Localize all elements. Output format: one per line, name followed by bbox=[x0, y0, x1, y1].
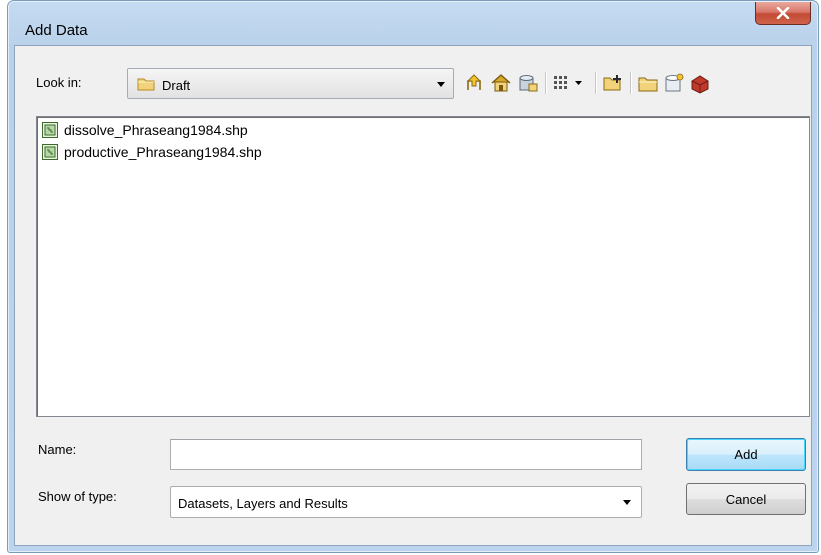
look-in-value: Draft bbox=[162, 78, 191, 93]
home-icon bbox=[491, 74, 511, 92]
chevron-down-icon bbox=[623, 500, 631, 505]
database-connect-icon bbox=[519, 75, 538, 92]
add-folder-connection-icon bbox=[603, 75, 621, 91]
add-button[interactable]: Add bbox=[686, 438, 806, 471]
new-folder-icon bbox=[638, 77, 658, 92]
cancel-button-label: Cancel bbox=[725, 492, 767, 507]
title-bar[interactable]: Add Data bbox=[8, 1, 818, 45]
shapefile-polygon-icon bbox=[42, 144, 58, 160]
dialog-title: Add Data bbox=[25, 22, 88, 39]
toolbox-icon bbox=[691, 75, 709, 94]
chevron-down-icon bbox=[437, 81, 445, 87]
close-icon bbox=[776, 7, 790, 19]
folder-up-icon bbox=[466, 74, 482, 90]
dialog-body: Look in: Draft dissolve_Phraseang1984.sh… bbox=[14, 45, 812, 546]
file-list[interactable]: dissolve_Phraseang1984.shp productive_Ph… bbox=[36, 116, 810, 417]
look-in-label: Look in: bbox=[36, 75, 82, 90]
file-name: dissolve_Phraseang1984.shp bbox=[64, 122, 248, 138]
folder-icon bbox=[137, 78, 155, 91]
name-label: Name: bbox=[38, 442, 77, 457]
add-folder-connection-button[interactable] bbox=[602, 72, 624, 94]
view-options-button[interactable] bbox=[552, 72, 588, 94]
show-of-type-value: Datasets, Layers and Results bbox=[178, 496, 348, 511]
connect-button[interactable] bbox=[517, 72, 539, 94]
cancel-button[interactable]: Cancel bbox=[686, 483, 806, 515]
add-data-dialog: Add Data Look in: Draft dissolve_Phrasea… bbox=[7, 0, 819, 553]
close-button[interactable] bbox=[755, 2, 811, 25]
new-geodatabase-icon bbox=[665, 73, 684, 92]
chevron-down-icon bbox=[575, 81, 582, 85]
home-button[interactable] bbox=[490, 72, 512, 94]
up-one-level-button[interactable] bbox=[463, 72, 485, 94]
show-of-type-dropdown[interactable]: Datasets, Layers and Results bbox=[170, 486, 642, 518]
toolbox-button[interactable] bbox=[689, 72, 711, 94]
add-button-label: Add bbox=[734, 447, 758, 462]
name-input[interactable] bbox=[170, 439, 642, 470]
shapefile-polygon-icon bbox=[42, 122, 58, 138]
new-folder-button[interactable] bbox=[637, 72, 659, 94]
file-name: productive_Phraseang1984.shp bbox=[64, 144, 262, 160]
show-of-type-label: Show of type: bbox=[38, 489, 117, 504]
new-geodatabase-button[interactable] bbox=[663, 72, 685, 94]
list-view-icon bbox=[554, 76, 582, 89]
look-in-dropdown[interactable]: Draft bbox=[127, 68, 454, 99]
